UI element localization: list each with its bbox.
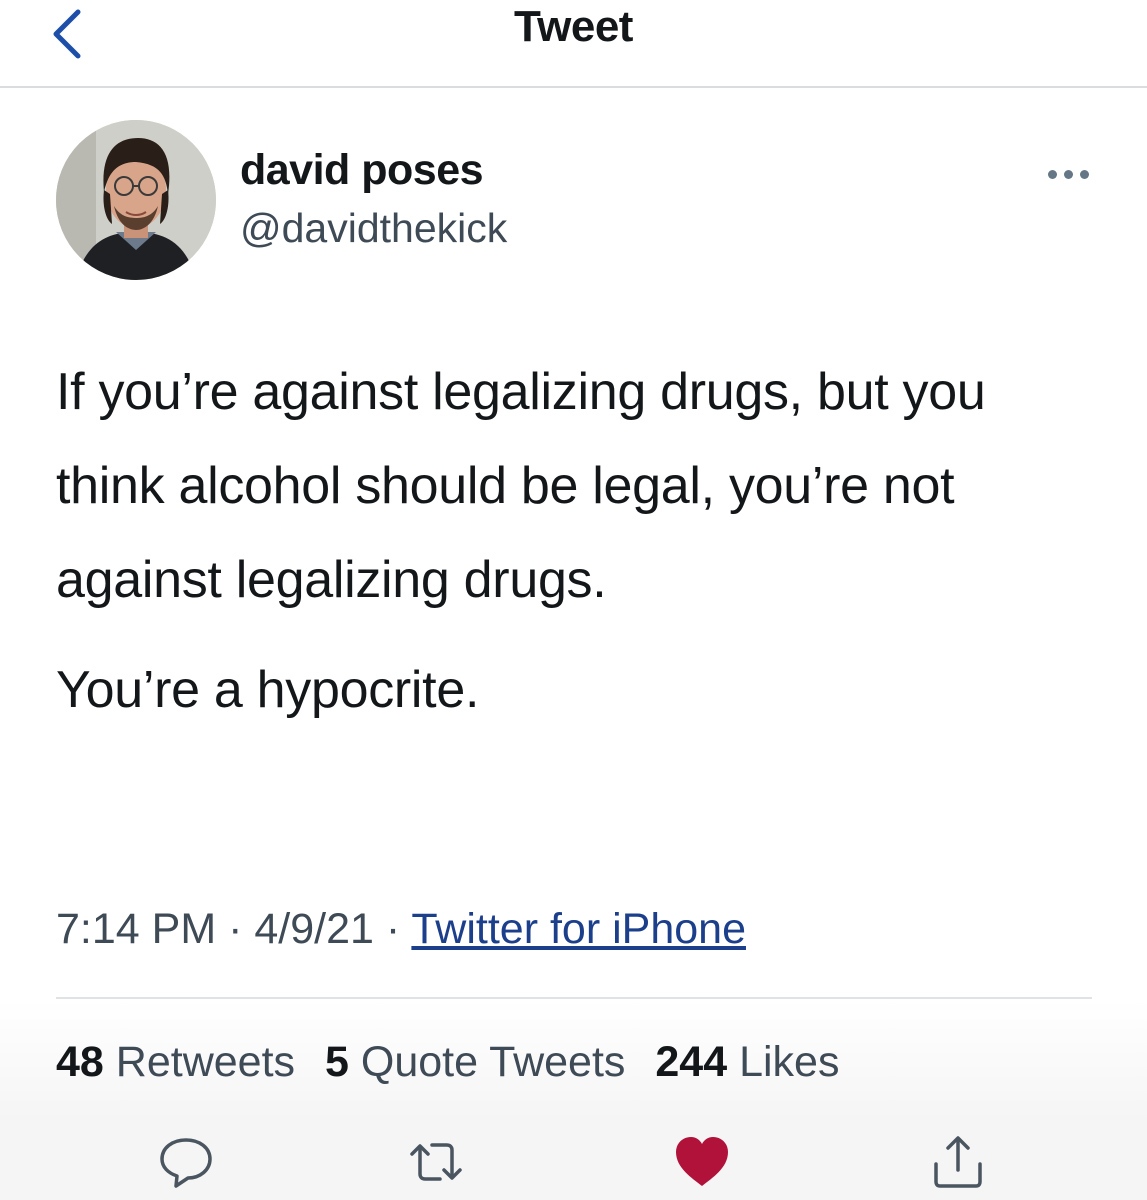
tweet-paragraph: You’re a hypocrite.: [56, 661, 480, 719]
tweet-time: 7:14 PM: [56, 905, 217, 953]
user-handle[interactable]: @davidthekick: [240, 205, 507, 252]
likes-label: Likes: [739, 1038, 840, 1086]
retweet-icon[interactable]: [404, 1130, 468, 1194]
quote-tweets-count: 5: [325, 1038, 349, 1086]
likes-stat[interactable]: 244 Likes: [655, 1038, 839, 1086]
avatar[interactable]: [56, 120, 216, 280]
share-icon[interactable]: [926, 1130, 990, 1194]
tweet-date: 4/9/21: [254, 905, 374, 953]
likes-count: 244: [655, 1038, 728, 1086]
meta-separator: ·: [385, 905, 401, 953]
reply-icon[interactable]: [154, 1130, 218, 1194]
divider: [56, 997, 1092, 999]
top-bar: Tweet: [0, 0, 1147, 88]
page-title: Tweet: [514, 2, 633, 51]
tweet-text: If you’re against legalizing drugs, but …: [56, 345, 1096, 737]
tweet-paragraph: If you’re against legalizing drugs, but …: [56, 363, 986, 609]
action-bar: [0, 1120, 1147, 1200]
tweet-stats: 48 Retweets 5 Quote Tweets 244 Likes: [56, 1038, 857, 1087]
display-name[interactable]: david poses: [240, 146, 484, 195]
retweets-stat[interactable]: 48 Retweets: [56, 1038, 295, 1086]
heart-icon[interactable]: [670, 1130, 734, 1194]
retweets-label: Retweets: [115, 1038, 296, 1086]
tweet-source-link[interactable]: Twitter for iPhone: [411, 905, 746, 953]
quote-tweets-label: Quote Tweets: [360, 1038, 626, 1086]
retweets-count: 48: [56, 1038, 104, 1086]
meta-separator: ·: [228, 905, 243, 953]
more-icon[interactable]: [1040, 150, 1100, 190]
quote-tweets-stat[interactable]: 5 Quote Tweets: [325, 1038, 625, 1086]
tweet-meta: 7:14 PM · 4/9/21 · Twitter for iPhone: [56, 905, 746, 954]
